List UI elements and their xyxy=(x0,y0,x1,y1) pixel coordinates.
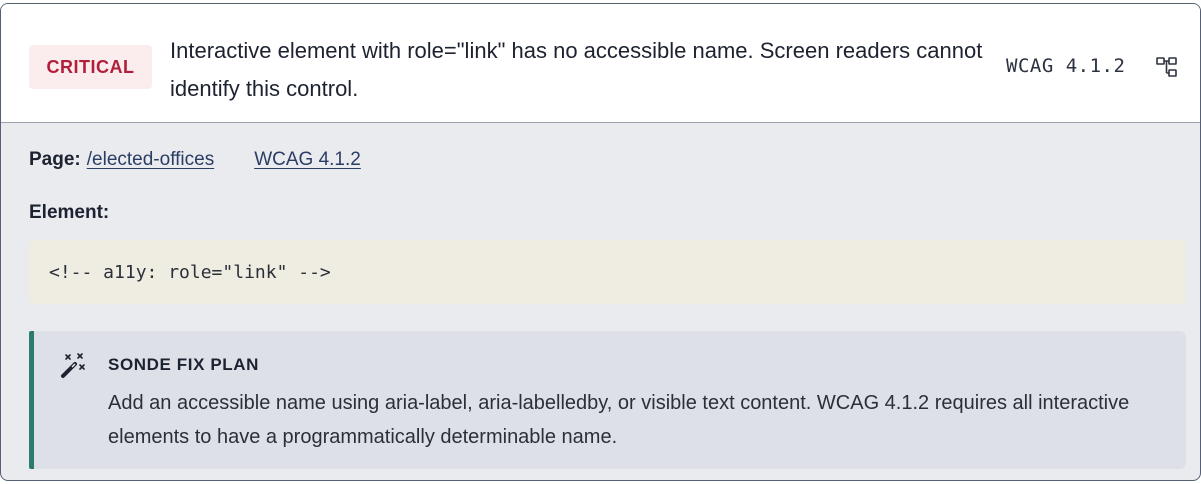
wcag-criterion-tag: WCAG 4.1.2 xyxy=(1006,55,1126,77)
issue-header[interactable]: CRITICAL Interactive element with role="… xyxy=(1,4,1200,123)
page-label: Page: xyxy=(29,149,81,170)
element-code: <!-- a11y: role="link" --> xyxy=(49,261,331,283)
issue-summary: Interactive element with role="link" has… xyxy=(170,38,983,101)
issue-card: CRITICAL Interactive element with role="… xyxy=(0,3,1201,481)
element-label: Element: xyxy=(29,202,110,223)
fix-plan-text: Add an accessible name using aria-label,… xyxy=(108,392,1130,448)
fix-plan-title: SONDE FIX PLAN xyxy=(108,355,260,374)
magic-wand-icon xyxy=(57,351,87,381)
tree-structure-icon[interactable] xyxy=(1156,56,1178,78)
wcag-link[interactable]: WCAG 4.1.2 xyxy=(254,149,361,171)
element-code-block: <!-- a11y: role="link" --> xyxy=(29,240,1186,304)
page-link[interactable]: /elected-offices xyxy=(87,149,214,171)
severity-badge: CRITICAL xyxy=(29,45,152,89)
page-row: Page: /elected-offices WCAG 4.1.2 xyxy=(29,149,361,171)
fix-plan-panel: SONDE FIX PLAN Add an accessible name us… xyxy=(29,331,1186,469)
